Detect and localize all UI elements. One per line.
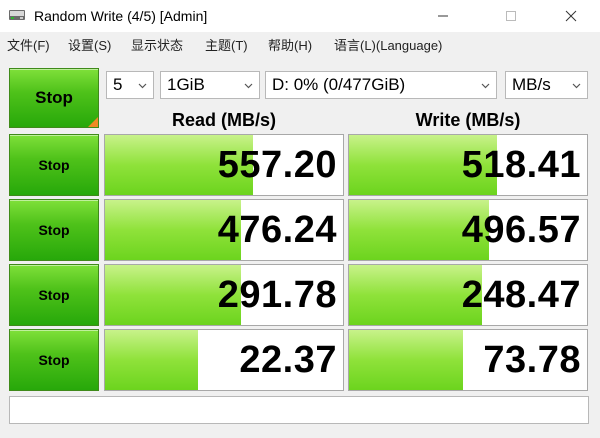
comment-input[interactable] [9, 396, 589, 424]
read-result-row-4: 22.37 [104, 329, 344, 391]
chevron-down-icon [244, 83, 253, 89]
read-result-row-2: 476.24 [104, 199, 344, 261]
write-result-row-2: 496.57 [348, 199, 588, 261]
read-result-row-3: 291.78 [104, 264, 344, 326]
stop-button-row-1[interactable]: Stop [9, 134, 99, 196]
maximize-button[interactable] [488, 0, 534, 32]
read-fill-bar [105, 330, 198, 390]
window-title: Random Write (4/5) [Admin] [34, 8, 208, 24]
stop-all-label: Stop [35, 88, 73, 107]
stop-button-row-4[interactable]: Stop [9, 329, 99, 391]
corner-marker [88, 117, 98, 127]
write-result-row-3: 248.47 [348, 264, 588, 326]
write-value: 496.57 [461, 209, 581, 251]
stop-button-row-2[interactable]: Stop [9, 199, 99, 261]
test-size-select[interactable]: 1GiB [160, 71, 260, 99]
close-button[interactable] [548, 0, 594, 32]
unit-select[interactable]: MB/s [505, 71, 588, 99]
stop-label: Stop [38, 222, 70, 238]
write-result-row-1: 518.41 [348, 134, 588, 196]
read-value: 476.24 [217, 209, 337, 251]
stop-all-button[interactable]: Stop [9, 68, 99, 128]
stop-label: Stop [38, 157, 70, 173]
minimize-button[interactable] [420, 0, 466, 32]
write-result-row-4: 73.78 [348, 329, 588, 391]
write-value: 518.41 [461, 144, 581, 186]
menu-language[interactable]: 语言(L)(Language) [334, 38, 442, 54]
write-value: 248.47 [461, 274, 581, 316]
stop-label: Stop [38, 352, 70, 368]
menu-help[interactable]: 帮助(H) [268, 38, 312, 54]
read-value: 557.20 [217, 144, 337, 186]
write-fill-bar [349, 330, 464, 390]
menu-settings[interactable]: 设置(S) [68, 38, 111, 54]
unit-value: MB/s [512, 75, 551, 94]
stop-button-row-3[interactable]: Stop [9, 264, 99, 326]
chevron-down-icon [481, 83, 490, 89]
read-value: 22.37 [239, 339, 337, 381]
chevron-down-icon [138, 83, 147, 89]
maximize-icon [506, 11, 516, 21]
test-size-value: 1GiB [167, 75, 205, 94]
disk-icon [9, 10, 25, 20]
write-header: Write (MB/s) [415, 110, 521, 130]
read-result-row-1: 557.20 [104, 134, 344, 196]
drive-value: D: 0% (0/477GiB) [272, 75, 406, 94]
menu-file[interactable]: 文件(F) [7, 38, 50, 54]
chevron-down-icon [572, 83, 581, 89]
read-value: 291.78 [217, 274, 337, 316]
minimize-icon [438, 15, 448, 17]
test-count-value: 5 [113, 75, 123, 94]
write-value: 73.78 [483, 339, 581, 381]
drive-select[interactable]: D: 0% (0/477GiB) [265, 71, 497, 99]
title-bar: Random Write (4/5) [Admin] [0, 0, 600, 32]
close-icon [565, 10, 577, 22]
stop-label: Stop [38, 287, 70, 303]
test-count-select[interactable]: 5 [106, 71, 154, 99]
menu-theme[interactable]: 主题(T) [205, 38, 248, 54]
menu-bar: 文件(F) 设置(S) 显示状态 主题(T) 帮助(H) 语言(L)(Langu… [0, 35, 600, 57]
read-header: Read (MB/s) [171, 110, 276, 130]
menu-display-status[interactable]: 显示状态 [131, 38, 183, 54]
